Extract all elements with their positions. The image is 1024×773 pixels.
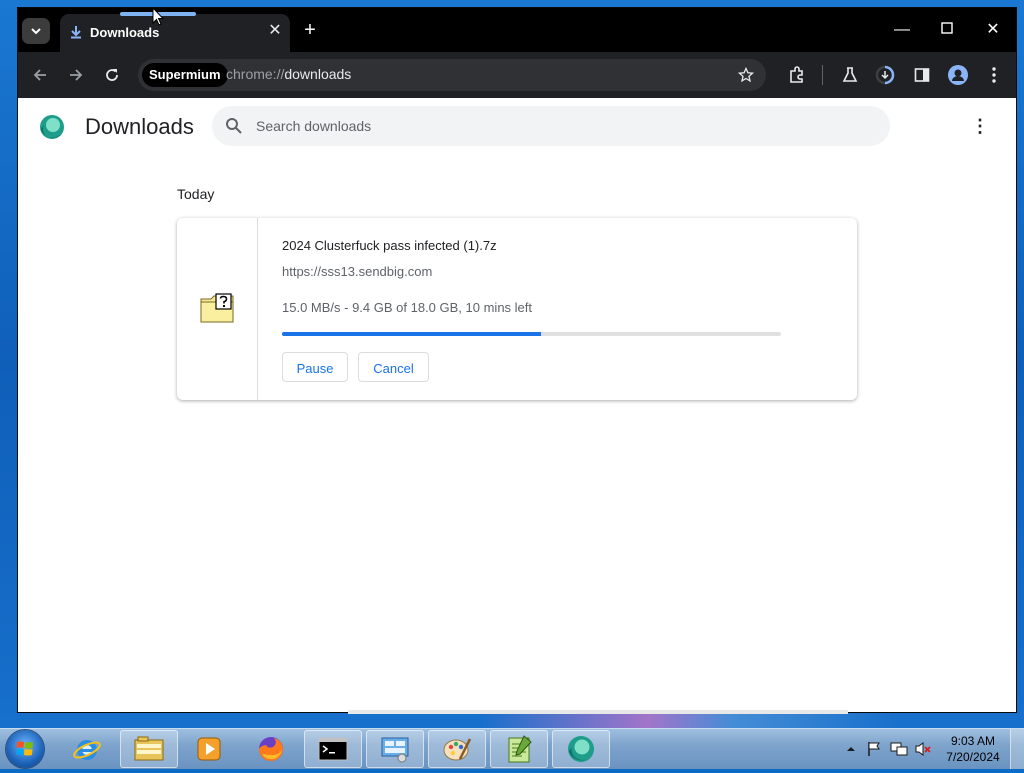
flask-icon [842,67,858,82]
side-panel-icon [914,68,930,82]
taskbar-internet-explorer[interactable] [58,730,116,768]
search-box[interactable] [212,106,890,146]
menu-button[interactable] [984,65,1004,85]
download-item: 2024 Clusterfuck pass infected (1).7z ht… [177,218,857,400]
maximize-button[interactable] [937,20,957,40]
kebab-menu-icon [992,67,996,83]
downloads-logo-icon [40,115,64,139]
arrow-left-icon [33,69,46,81]
taskbar-command-prompt[interactable] [304,730,362,768]
tab-title: Downloads [90,25,160,40]
media-player-icon [197,737,221,761]
minimize-button[interactable]: — [892,20,912,40]
section-label-today: Today [177,186,215,202]
reload-icon [106,69,118,81]
taskbar-notepad-plus[interactable] [490,730,548,768]
url-path: downloads [284,66,352,82]
avatar-icon [948,65,968,85]
file-explorer-icon [134,736,164,761]
search-icon [226,118,242,134]
address-bar[interactable]: Supermium chrome://downloads [138,59,766,91]
download-icon [71,26,81,39]
close-window-button[interactable]: ✕ [983,20,1003,40]
taskbar-file-explorer[interactable] [120,730,178,768]
control-panel-icon [381,737,409,763]
cmd-icon [318,737,348,761]
search-input[interactable] [256,116,856,136]
taskbar-media-player[interactable] [180,730,238,768]
browser-window: Downloads ✕ + — ✕ Supermium chrome://dow… [18,8,1016,714]
maximize-icon [941,22,953,34]
side-panel-button[interactable] [912,65,932,85]
taskbar: 9:03 AM 7/20/2024 [0,728,1024,769]
profile-button[interactable] [948,65,968,85]
download-bubble-button[interactable] [875,65,895,85]
tab-search-button[interactable] [22,18,50,44]
show-desktop-button[interactable] [1010,729,1024,769]
taskbar-firefox[interactable] [242,730,300,768]
puzzle-icon [790,66,803,83]
internet-explorer-icon [73,740,101,760]
browser-chip[interactable]: Supermium [142,63,228,87]
pause-button[interactable]: Pause [282,352,348,382]
download-item-icon-area [177,218,258,400]
arrow-right-icon [70,69,83,81]
firefox-icon [259,737,283,761]
tray-show-hidden-icon[interactable] [846,741,856,757]
page-title: Downloads [85,114,194,139]
more-actions-button[interactable]: ⋮ [968,114,992,138]
unknown-file-icon [200,293,234,323]
cancel-button[interactable]: Cancel [358,352,429,382]
toolbar-separator [822,65,823,85]
browser-toolbar: Supermium chrome://downloads [18,52,1016,98]
tab-downloads[interactable]: Downloads ✕ [60,12,290,52]
tab-close-icon[interactable]: ✕ [266,22,284,40]
taskbar-control-panel[interactable] [366,730,424,768]
horizontal-scrollbar[interactable] [348,710,848,714]
url-text[interactable]: chrome://downloads [226,66,351,82]
download-progress-bar [282,332,781,336]
back-button[interactable] [30,65,50,85]
labs-button[interactable] [840,65,860,85]
clock-time: 9:03 AM [950,734,996,748]
forward-button[interactable] [66,65,86,85]
star-icon [738,67,754,83]
url-prefix: chrome:// [226,66,285,82]
taskbar-paint[interactable] [428,730,486,768]
clock-date: 7/20/2024 [946,750,1000,764]
supermium-icon [568,736,594,762]
download-status: 15.0 MB/s - 9.4 GB of 18.0 GB, 10 mins l… [282,300,533,315]
notepad-plus-icon [508,735,532,763]
tab-strip: Downloads ✕ + — ✕ [18,8,1016,52]
system-clock[interactable]: 9:03 AM 7/20/2024 [942,733,1004,765]
paint-icon [443,738,472,761]
download-source-url[interactable]: https://sss13.sendbig.com [282,264,432,279]
bookmark-star-button[interactable] [736,65,756,85]
download-file-name[interactable]: 2024 Clusterfuck pass infected (1).7z [282,238,497,253]
action-center-flag-icon[interactable] [866,741,882,757]
download-progress-icon [875,65,895,85]
network-icon[interactable] [890,741,908,757]
volume-muted-icon[interactable] [914,741,932,757]
download-progress-fill [282,332,542,336]
extensions-button[interactable] [787,65,807,85]
chevron-down-icon [31,28,41,35]
new-tab-button[interactable]: + [300,20,320,40]
reload-button[interactable] [102,65,122,85]
start-button[interactable] [6,730,44,768]
downloads-page: Downloads ⋮ Today 2024 Clusterfuck pass … [18,98,1016,714]
taskbar-supermium[interactable] [552,730,610,768]
windows-logo-icon [16,741,33,756]
mouse-cursor-icon [152,7,164,26]
